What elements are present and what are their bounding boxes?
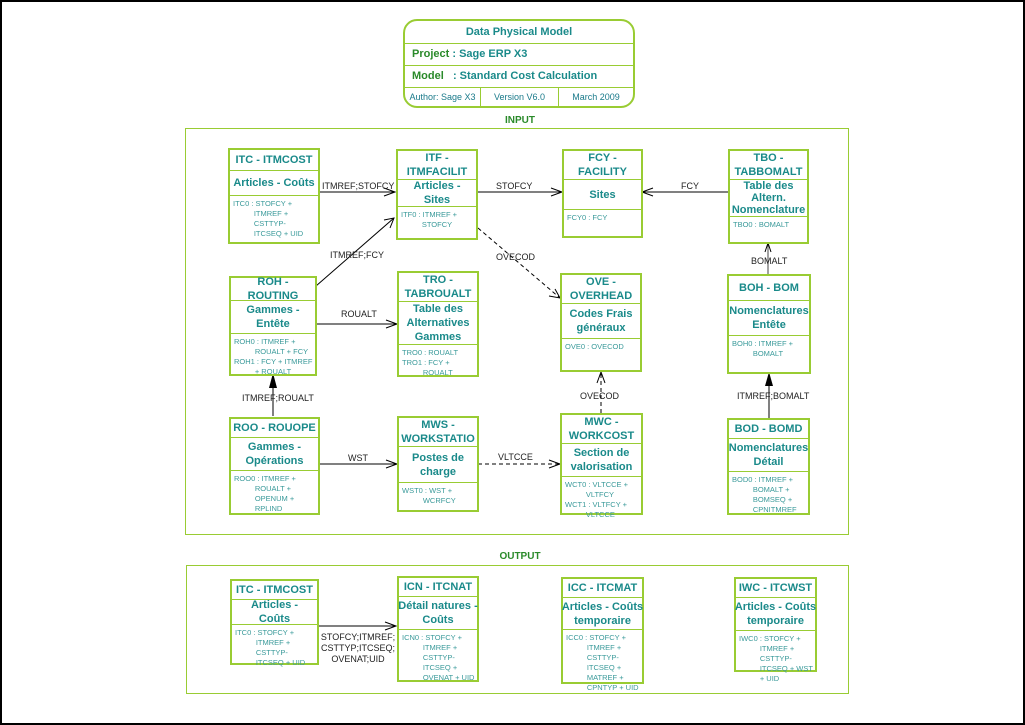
entity-roo-rouope[interactable]: ROO - ROUOPE Gammes - Opérations ROO0 : … (229, 417, 320, 515)
entity-header: ICN - ITCNAT (399, 578, 477, 597)
entity-description: Nomenclatures Entête (729, 301, 809, 336)
entity-indexes: BOH0 : ITMREF + BOMALT (732, 339, 794, 358)
entity-icn-itcnat[interactable]: ICN - ITCNAT Détail natures - Coûts ICN0… (397, 576, 479, 682)
relation-label-roo-mws: WST (348, 453, 368, 463)
relation-label-mwc-ove: OVECOD (580, 391, 620, 401)
entity-indexes: ITC0 : STOFCY + ITMREF + CSTTYP- ITCSEQ … (235, 628, 306, 667)
relation-label-bod-boh: ITMREF;BOMALT (737, 391, 810, 401)
entity-indexes: OVE0 : OVECOD (565, 342, 624, 351)
entity-itf-itmfacilit[interactable]: ITF - ITMFACILIT Articles - Sites ITF0 :… (396, 149, 478, 240)
entity-description: Gammes - Entête (231, 301, 315, 334)
entity-indexes: IWC0 : STOFCY + ITMREF + CSTTYP- ITCSEQ … (739, 634, 813, 683)
entity-tro-tabroualt[interactable]: TRO - TABROUALT Table des Alternatives G… (397, 271, 479, 377)
entity-description: Articles - Coûts (232, 599, 317, 625)
link-itf-ove (477, 227, 561, 299)
entity-boh-bom[interactable]: BOH - BOM Nomenclatures Entête BOH0 : IT… (727, 274, 811, 374)
entity-iwc-itcwst[interactable]: IWC - ITCWST Articles - Coûts temporaire… (734, 577, 817, 683)
entity-indexes: ITF0 : ITMREF + STOFCY (401, 210, 458, 229)
entity-indexes: ITC0 : STOFCY + ITMREF + CSTTYP- ITCSEQ … (233, 199, 304, 238)
entity-indexes: TRO0 : ROUALT TRO1 : FCY + ROUALT (402, 348, 459, 377)
entity-header: ICC - ITCMAT (563, 579, 642, 598)
entity-description: Sites (564, 180, 641, 210)
entity-ove-overhead[interactable]: OVE - OVERHEAD Codes Frais généraux OVE0… (560, 273, 642, 372)
entity-indexes: BOD0 : ITMREF + BOMALT + BOMSEQ + CPNITM… (732, 475, 797, 514)
entity-bod-bomd[interactable]: BOD - BOMD Nomenclatures Détail BOD0 : I… (727, 418, 810, 515)
entity-description: Table des Altern. Nomenclature (730, 180, 807, 217)
entity-description: Postes de charge (399, 447, 477, 483)
entity-indexes: ICC0 : STOFCY + ITMREF + CSTTYP- ITCSEQ … (566, 633, 639, 692)
entity-roh-routing[interactable]: ROH - ROUTING Gammes - Entête ROH0 : ITM… (229, 276, 317, 376)
entity-header: OVE - OVERHEAD (562, 275, 640, 304)
entity-description: Nomenclatures Détail (729, 439, 808, 472)
entity-description: Articles - Coûts temporaire (735, 598, 816, 631)
relation-label-mws-mwc: VLTCCE (498, 452, 533, 462)
entity-description: Gammes - Opérations (231, 438, 318, 471)
entity-header: MWS - WORKSTATIO (399, 418, 477, 447)
entity-header: TRO - TABROUALT (399, 273, 477, 302)
entity-description: Articles - Sites (398, 180, 476, 207)
relation-label-tbo-fcy: FCY (681, 181, 699, 191)
relation-lines (269, 187, 773, 631)
relation-label-roo-roh: ITMREF;ROUALT (242, 393, 314, 403)
entity-description: Articles - Coûts (230, 171, 318, 196)
entity-indexes: TBO0 : BOMALT (733, 220, 790, 229)
entity-mws-workstatio[interactable]: MWS - WORKSTATIO Postes de charge WST0 :… (397, 416, 479, 512)
relation-label-itc-itf: ITMREF;STOFCY (322, 181, 395, 191)
entity-header: BOD - BOMD (729, 420, 808, 439)
entity-indexes: ROO0 : ITMREF + ROUALT + OPENUM + RPLIND (234, 474, 296, 513)
entity-mwc-workcost[interactable]: MWC - WORKCOST Section de valorisation W… (560, 413, 643, 519)
entity-indexes: ICN0 : STOFCY + ITMREF + CSTTYP- ITCSEQ … (402, 633, 475, 682)
entity-header: ROH - ROUTING (231, 276, 315, 302)
relation-label-itc-icn: STOFCY;ITMREF; CSTTYP;ITCSEQ; OVENAT;UID (320, 632, 396, 664)
relation-label-itf-fcy: STOFCY (496, 181, 533, 191)
relation-label-itf-ove: OVECOD (496, 252, 536, 262)
entity-header: ROO - ROUOPE (231, 419, 318, 438)
entity-header: BOH - BOM (729, 276, 809, 301)
entity-description: Table des Alternatives Gammes (399, 302, 477, 345)
entity-header: IWC - ITCWST (736, 579, 815, 598)
entity-header: TBO - TABBOMALT (730, 151, 807, 180)
entity-header: FCY - FACILITY (564, 151, 641, 180)
arrowhead-bod-boh (765, 372, 773, 386)
relation-label-roh-tro: ROUALT (341, 309, 377, 319)
relation-label-boh-tbo: BOMALT (751, 256, 788, 266)
entity-fcy-facility[interactable]: FCY - FACILITY Sites FCY0 : FCY (562, 149, 643, 238)
relation-label-roh-itf: ITMREF;FCY (330, 250, 384, 260)
entity-description: Détail natures - Coûts (398, 597, 478, 630)
entity-header: MWC - WORKCOST (562, 415, 641, 444)
entity-indexes: FCY0 : FCY (567, 213, 608, 222)
entity-itc-itmcost[interactable]: ITC - ITMCOST Articles - Coûts ITC0 : ST… (228, 148, 320, 244)
entity-icc-itcmat[interactable]: ICC - ITCMAT Articles - Coûts temporaire… (561, 577, 644, 692)
entity-header: ITF - ITMFACILIT (398, 151, 476, 180)
entity-itc-itmcost-output[interactable]: ITC - ITMCOST Articles - Coûts ITC0 : ST… (230, 579, 319, 667)
entity-tbo-tabbomalt[interactable]: TBO - TABBOMALT Table des Altern. Nomenc… (728, 149, 809, 244)
entity-header: ITC - ITMCOST (230, 150, 318, 171)
entity-description: Codes Frais généraux (562, 304, 640, 339)
entity-indexes: ROH0 : ITMREF + ROUALT + FCY ROH1 : FCY … (234, 337, 313, 376)
entity-indexes: WST0 : WST + WCRFCY (402, 486, 456, 505)
entity-indexes: WCT0 : VLTCCE + VLTFCY WCT1 : VLTFCY + V… (565, 480, 628, 519)
entity-description: Articles - Coûts temporaire (562, 598, 643, 630)
entity-description: Section de valorisation (562, 444, 641, 477)
